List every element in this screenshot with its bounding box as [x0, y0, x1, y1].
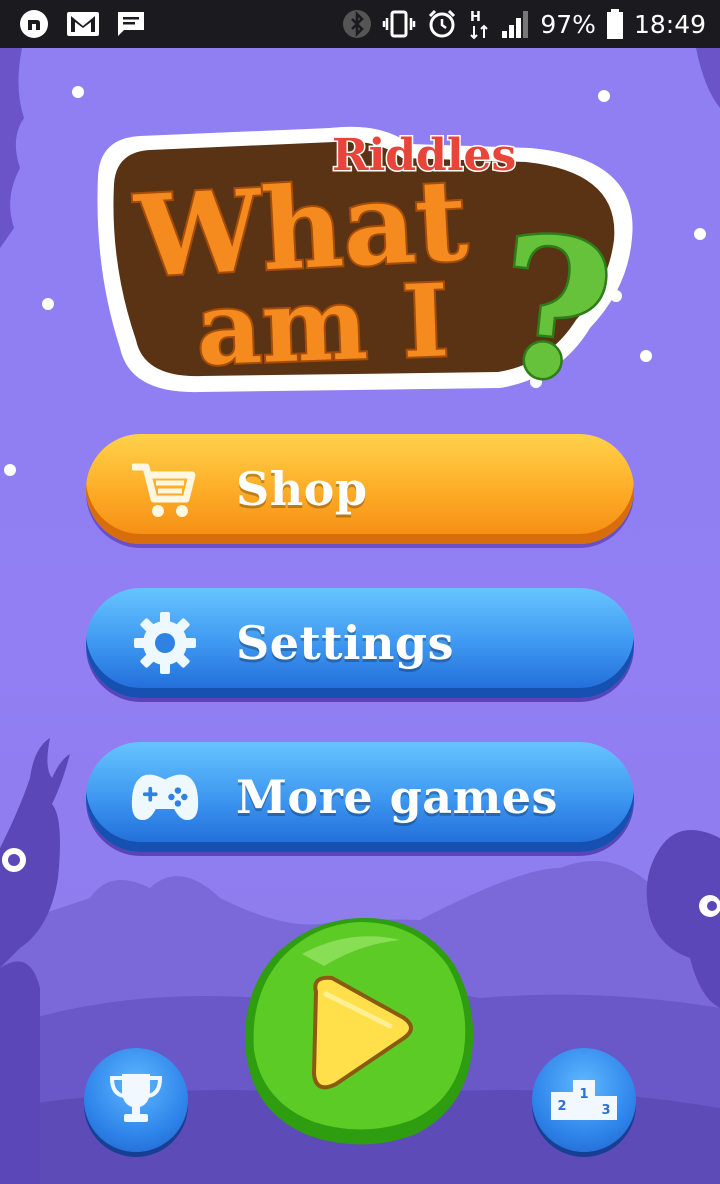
podium-third: 3 — [601, 1103, 610, 1118]
gamepad-icon — [130, 762, 200, 832]
battery-percent: 97% — [540, 9, 596, 39]
game-logo: Riddles What am I ? — [97, 126, 633, 428]
settings-button[interactable]: Settings — [86, 588, 634, 698]
hspa-data-icon: H — [468, 8, 490, 40]
play-button[interactable] — [240, 914, 480, 1146]
achievements-button[interactable] — [84, 1048, 188, 1152]
settings-label: Settings — [236, 616, 454, 670]
more-games-button[interactable]: More games — [86, 742, 634, 852]
podium-first: 1 — [579, 1087, 588, 1102]
message-icon — [116, 10, 146, 38]
clock: 18:49 — [633, 9, 706, 39]
podium-icon: 1 2 3 — [549, 1076, 619, 1124]
leaderboard-button[interactable]: 1 2 3 — [532, 1048, 636, 1152]
logo-question-mark: ? — [487, 193, 621, 426]
bluetooth-icon — [342, 9, 372, 39]
battery-icon — [606, 8, 624, 40]
vibrate-icon — [382, 9, 416, 39]
svg-text:H: H — [470, 10, 481, 25]
status-bar: H 97% 18:49 — [0, 0, 720, 48]
gmail-icon — [66, 10, 100, 38]
shop-label: Shop — [236, 462, 368, 516]
alarm-icon — [426, 8, 458, 40]
more-games-label: More games — [236, 770, 558, 824]
shop-button[interactable]: Shop — [86, 434, 634, 544]
shopping-cart-icon — [130, 454, 200, 524]
logo-line-2: am I — [195, 261, 451, 388]
notification-app-icon — [18, 8, 50, 40]
main-menu-screen: Riddles What am I ? Shop Settings More g… — [0, 48, 720, 1184]
signal-icon — [500, 9, 530, 39]
gear-icon — [130, 608, 200, 678]
trophy-icon — [106, 1068, 166, 1132]
podium-second: 2 — [557, 1099, 566, 1114]
